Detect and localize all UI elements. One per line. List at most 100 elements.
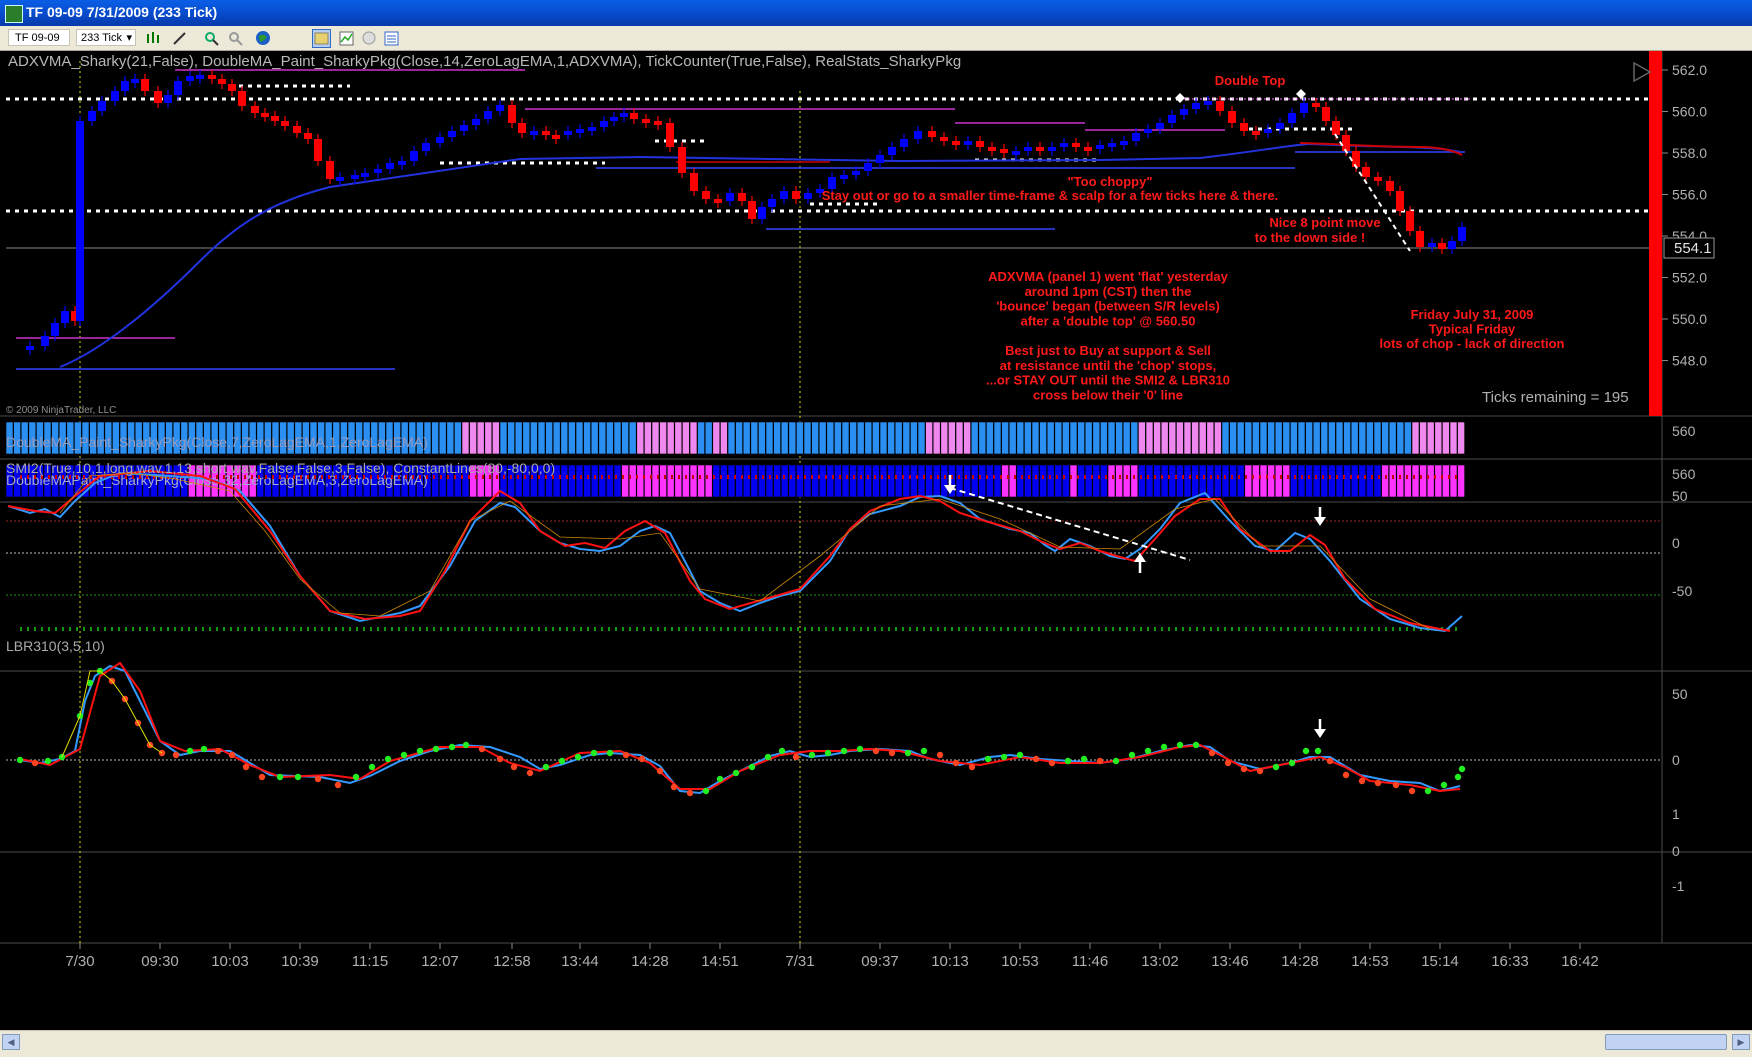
paint-bar bbox=[720, 464, 728, 498]
candle-body bbox=[1156, 123, 1164, 129]
candle-body bbox=[1096, 145, 1104, 149]
draw-tool-icon[interactable] bbox=[170, 29, 189, 48]
paint-bar bbox=[1259, 464, 1268, 498]
paint-bar bbox=[758, 421, 766, 455]
paint-bar bbox=[963, 421, 971, 455]
lbr-dot bbox=[968, 763, 976, 771]
bar-style-icon[interactable] bbox=[143, 29, 162, 48]
paint-bar bbox=[735, 421, 743, 455]
lbr-dot bbox=[400, 751, 408, 759]
paint-bar bbox=[940, 464, 949, 498]
paint-bar bbox=[856, 421, 865, 455]
candle-body bbox=[914, 131, 922, 139]
candle-body bbox=[642, 119, 650, 123]
lbr-dot bbox=[1358, 777, 1366, 785]
zoom-in-icon[interactable] bbox=[202, 29, 221, 48]
candle-body bbox=[588, 127, 596, 131]
paint-bar bbox=[1244, 421, 1253, 455]
candle-body bbox=[88, 111, 96, 121]
paint-bar bbox=[803, 421, 812, 455]
period-label: 233 Tick bbox=[81, 32, 122, 44]
scroll-thumb[interactable] bbox=[1605, 1034, 1727, 1050]
paint-bar bbox=[834, 464, 842, 498]
status-bar bbox=[0, 1050, 1752, 1057]
candle-body bbox=[186, 76, 194, 81]
candle-body bbox=[530, 131, 538, 135]
globe-icon[interactable] bbox=[254, 29, 273, 48]
lbr-dot bbox=[352, 773, 360, 781]
indicators-icon[interactable] bbox=[337, 29, 356, 48]
paint-bar bbox=[461, 421, 470, 455]
paint-bar bbox=[666, 421, 675, 455]
paint-bar bbox=[1320, 464, 1329, 498]
paint-bar bbox=[879, 421, 888, 455]
lbr-dot bbox=[1440, 781, 1448, 789]
smi-label: SMI2(True,10,1,long.wav,1,13,short.wav,F… bbox=[6, 460, 555, 476]
paint-bar bbox=[1434, 464, 1443, 498]
paint-bar bbox=[1062, 464, 1070, 498]
lbr-dot bbox=[1160, 743, 1168, 751]
paint-bar bbox=[1046, 421, 1055, 455]
candle-body bbox=[422, 143, 430, 151]
chart-area[interactable]: 562.0 560.0 558.0 556.0 554.0 552.0 550.0 548.0… bbox=[0, 51, 1752, 1029]
candle-body bbox=[714, 199, 722, 203]
annotation-line: ...or STAY OUT until the SMI2 & LBR310 bbox=[986, 373, 1230, 388]
time-axis-label: 15:14 bbox=[1421, 953, 1459, 970]
lbr-dot bbox=[432, 745, 440, 753]
paint-bar bbox=[590, 421, 599, 455]
lbr-dot bbox=[258, 773, 266, 781]
ticks-remaining-label: Ticks remaining = 195 bbox=[1482, 389, 1629, 406]
annotation-line: at resistance until the 'chop' stops, bbox=[1000, 358, 1216, 373]
paint-bar bbox=[1221, 464, 1230, 498]
candle-body bbox=[576, 129, 584, 133]
scroll-right-button[interactable]: ▶ bbox=[1732, 1034, 1750, 1050]
time-axis-label: 11:46 bbox=[1072, 953, 1108, 970]
paint-bar bbox=[697, 421, 705, 455]
paint-bar bbox=[537, 421, 546, 455]
candle-body bbox=[448, 131, 456, 137]
lbr-dot bbox=[1458, 765, 1466, 773]
lbr-dot bbox=[31, 759, 39, 767]
lbr-dot bbox=[510, 763, 518, 771]
paint-bar bbox=[659, 421, 667, 455]
lbr-dot bbox=[1314, 747, 1322, 755]
period-selector[interactable]: 233 Tick ▾ bbox=[76, 29, 136, 46]
paint-bar bbox=[1176, 421, 1184, 455]
lbr-dot bbox=[792, 753, 800, 761]
lbr-dot bbox=[574, 753, 582, 761]
time-axis-label: 14:53 bbox=[1351, 953, 1389, 970]
price-axis-label: 556.0 bbox=[1672, 187, 1707, 203]
lbr-dot bbox=[172, 751, 180, 759]
paint-bar bbox=[438, 421, 447, 455]
paint-bar bbox=[712, 464, 721, 498]
candle-body bbox=[654, 121, 662, 125]
scroll-left-button[interactable]: ◀ bbox=[2, 1034, 20, 1050]
paint-bar bbox=[1388, 464, 1397, 498]
paint-bar bbox=[1267, 421, 1275, 455]
lbr-dot bbox=[1392, 781, 1400, 789]
candle-body bbox=[1438, 243, 1446, 249]
chart-canvas[interactable]: 562.0560.0558.0556.0554.0552.0550.0548.0… bbox=[0, 51, 1752, 1029]
lbr-dot bbox=[1000, 753, 1008, 761]
candle-body bbox=[121, 81, 129, 91]
candle-body bbox=[1132, 133, 1140, 141]
lbr-dot bbox=[606, 749, 614, 757]
properties-icon[interactable] bbox=[382, 29, 401, 48]
paint-bar bbox=[621, 464, 629, 498]
title-bar: TF 09-09 7/31/2009 (233 Tick) bbox=[0, 0, 1752, 26]
instrument-selector[interactable]: TF 09-09 bbox=[8, 29, 70, 46]
strategies-icon[interactable] bbox=[360, 29, 379, 48]
candle-body bbox=[131, 79, 139, 83]
candle-body bbox=[26, 346, 34, 350]
paint-bar bbox=[841, 421, 850, 455]
paint-bar bbox=[682, 464, 690, 498]
candle-body bbox=[1084, 147, 1092, 151]
zoom-out-icon[interactable] bbox=[226, 29, 245, 48]
paint-bar bbox=[674, 421, 683, 455]
horizontal-scrollbar[interactable]: ◀ ▶ bbox=[0, 1030, 1752, 1051]
chart-toolbar: TF 09-09 233 Tick ▾ bbox=[0, 26, 1752, 51]
lbr-dot bbox=[214, 747, 222, 755]
chart-trader-icon[interactable] bbox=[312, 29, 331, 48]
paint-bar bbox=[1305, 464, 1313, 498]
lbr-dot bbox=[16, 756, 24, 764]
